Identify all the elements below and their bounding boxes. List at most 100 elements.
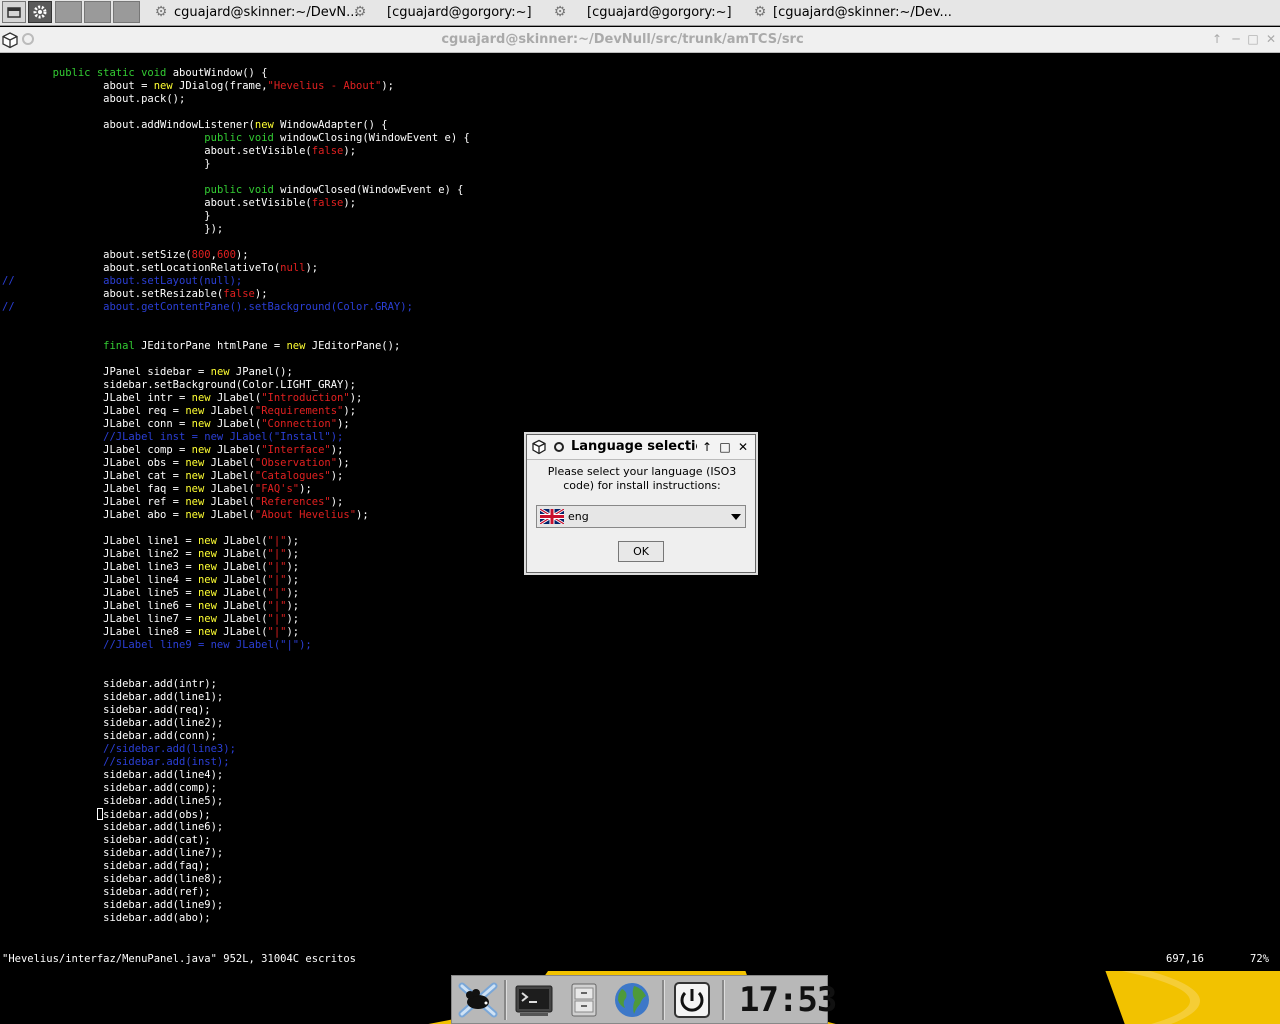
uk-flag-icon — [540, 509, 564, 524]
window-titlebar[interactable]: cguajard@skinner:~/DevNull/src/trunk/amT… — [0, 27, 1280, 53]
file-manager-launcher[interactable] — [562, 980, 606, 1020]
task-2[interactable]: ⚙ [cguajard@gorgory:~] — [351, 0, 532, 25]
code-token: JLabel line5 = — [2, 587, 198, 599]
code-token: sidebar.add(comp); — [2, 782, 217, 794]
taskbar: ⚙ cguajard@skinner:~/DevN... ⚙ [cguajard@g… — [0, 0, 1280, 26]
language-dialog: Language selection ↑ □ ✕ Please select y… — [526, 434, 756, 573]
web-browser-launcher[interactable] — [610, 980, 654, 1020]
workspace-3-button[interactable] — [113, 1, 140, 23]
dialog-titlebar[interactable]: Language selection ↑ □ ✕ — [527, 435, 755, 460]
ok-button[interactable]: OK — [618, 541, 664, 562]
xfce-menu-button[interactable] — [456, 980, 500, 1020]
window-menu-button[interactable] — [2, 1, 26, 23]
task-3[interactable]: ⚙ [cguajard@gorgory:~] — [551, 0, 732, 25]
code-token: ); — [337, 457, 350, 469]
task-label: cguajard@skinner:~/DevN... — [174, 5, 359, 20]
code-token: new — [197, 587, 217, 599]
code-line: JLabel line7 = new JLabel("|"); — [2, 613, 470, 626]
code-token: JPanel(); — [229, 366, 293, 378]
clock[interactable]: 17:53 — [739, 979, 837, 1021]
code-line: sidebar.add(cat); — [2, 834, 470, 847]
terminal-launcher[interactable] — [512, 980, 556, 1020]
window-icon — [7, 7, 21, 18]
code-token: ); — [286, 574, 300, 586]
code-token: ); — [286, 600, 300, 612]
code-token: new — [185, 470, 205, 482]
code-token: "Introduction" — [261, 392, 350, 404]
code-token: "FAQ's" — [254, 483, 300, 495]
code-token: new — [197, 561, 217, 573]
code-token: public static void — [52, 67, 167, 79]
raise-icon[interactable]: ↑ — [1210, 32, 1224, 46]
code-token: sidebar.add(line1); — [2, 691, 224, 703]
language-select[interactable]: eng — [536, 505, 746, 528]
cube-icon[interactable] — [531, 439, 547, 455]
code-token: public void — [204, 184, 274, 196]
code-token: ); — [381, 80, 394, 92]
code-token: "Connection" — [261, 418, 338, 430]
code-line: about.setVisible(false); — [2, 197, 470, 210]
minimize-icon[interactable]: ─ — [1229, 32, 1243, 46]
code-token: JLabel( — [216, 600, 268, 612]
code-line: about.setSize(800,600); — [2, 249, 470, 262]
dock-separator — [722, 980, 725, 1020]
gear-icon — [33, 5, 47, 19]
logout-button[interactable] — [670, 980, 714, 1020]
code-token: "Catalogues" — [254, 470, 331, 482]
code-token: new — [153, 80, 173, 92]
code-line: sidebar.add(line4); — [2, 769, 470, 782]
code-token: "About Hevelius" — [254, 509, 357, 521]
code-token: WindowAdapter() { — [273, 119, 388, 131]
maximize-icon[interactable]: □ — [1246, 32, 1260, 46]
code-token: JLabel line8 = — [2, 626, 198, 638]
globe-icon — [615, 983, 649, 1017]
code-line: JLabel obs = new JLabel("Observation"); — [2, 457, 470, 470]
status-file: "Hevelius/interfaz/MenuPanel.java" 952L,… — [2, 953, 357, 965]
code-token: ); — [330, 444, 344, 456]
code-line: //sidebar.add(inst); — [2, 756, 470, 769]
code-token: ); — [254, 288, 268, 300]
code-line: sidebar.add(line2); — [2, 717, 470, 730]
sticky-icon[interactable] — [554, 442, 564, 452]
code-token: windowClosed(WindowEvent e) { — [273, 184, 464, 196]
workspace-2-button[interactable] — [84, 1, 111, 23]
code-line: sidebar.add(line6); — [2, 821, 470, 834]
dock-separator — [662, 980, 665, 1020]
task-4[interactable]: ⚙ [cguajard@skinner:~/Dev... — [751, 0, 952, 25]
code-token: JLabel line1 = — [2, 535, 198, 547]
settings-button[interactable] — [28, 1, 52, 23]
code-view: public static void aboutWindow() { about… — [2, 67, 470, 925]
close-icon[interactable]: ✕ — [1264, 32, 1278, 46]
workspace-1-button[interactable] — [55, 1, 82, 23]
code-token: new — [185, 509, 205, 521]
task-1[interactable]: ⚙ cguajard@skinner:~/DevN... — [152, 0, 359, 25]
code-token: ); — [330, 496, 344, 508]
code-token: JLabel cat = — [2, 470, 186, 482]
dock: 17:53 — [451, 975, 837, 1024]
code-token: JLabel( — [216, 535, 268, 547]
chevron-down-icon — [731, 514, 741, 520]
code-line: // about.getContentPane().setBackground(… — [2, 301, 470, 314]
code-token: sidebar.add(line6); — [2, 821, 224, 833]
raise-icon[interactable]: ↑ — [700, 440, 714, 454]
code-line: JLabel line1 = new JLabel("|"); — [2, 535, 470, 548]
code-line: sidebar.add(line8); — [2, 873, 470, 886]
code-token: JEditorPane(); — [305, 340, 401, 352]
code-token: ); — [343, 145, 357, 157]
selected-language: eng — [568, 510, 589, 523]
power-icon — [674, 982, 710, 1018]
code-token: sidebar.add(line7); — [2, 847, 224, 859]
code-line: //sidebar.add(line3); — [2, 743, 470, 756]
close-icon[interactable]: ✕ — [736, 440, 750, 454]
code-token: about.setVisible( — [2, 145, 312, 157]
code-token: sidebar.add(obs); — [2, 808, 211, 821]
code-token: ); — [286, 561, 300, 573]
code-line: //JLabel inst = new JLabel("Install"); — [2, 431, 470, 444]
maximize-icon[interactable]: □ — [718, 440, 732, 454]
